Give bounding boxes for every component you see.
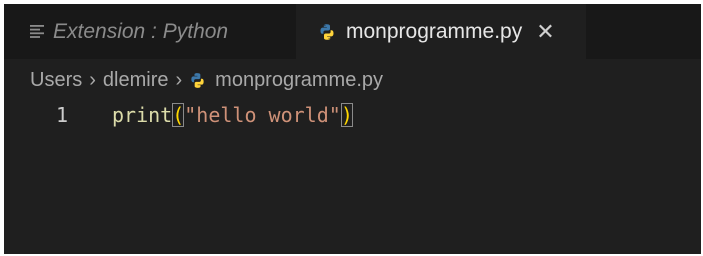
chevron-right-icon: › [175,68,183,91]
python-icon [191,72,204,88]
string-token: "hello world" [184,103,341,127]
tab-extension-python[interactable]: Extension : Python [4,4,290,59]
code-line[interactable]: 1 print("hello world") [4,101,701,129]
open-paren-token: ( [172,103,185,127]
editor-window: Extension : Python monprogramme.py ✕ Use… [4,4,701,254]
function-token: print [112,103,173,127]
tab-label: Extension : Python [53,19,229,43]
line-number: 1 [56,103,69,127]
code-text[interactable]: print("hello world") [112,103,353,127]
close-icon[interactable]: ✕ [536,20,554,43]
preview-lines-icon [30,25,44,38]
tab-monprogramme-py[interactable]: monprogramme.py ✕ [296,4,586,59]
breadcrumb-item-dlemire[interactable]: dlemire [103,69,169,92]
breadcrumb: Users › dlemire › monprogramme.py [30,64,383,96]
tab-bar: Extension : Python monprogramme.py ✕ [4,4,701,59]
python-icon [320,23,334,40]
close-paren-token: ) [340,103,353,127]
code-editor[interactable]: 1 print("hello world") [4,99,701,254]
tab-label: monprogramme.py [346,19,523,43]
chevron-right-icon: › [89,68,96,91]
breadcrumb-item-users[interactable]: Users [30,69,82,92]
breadcrumb-item-file[interactable]: monprogramme.py [215,69,383,92]
